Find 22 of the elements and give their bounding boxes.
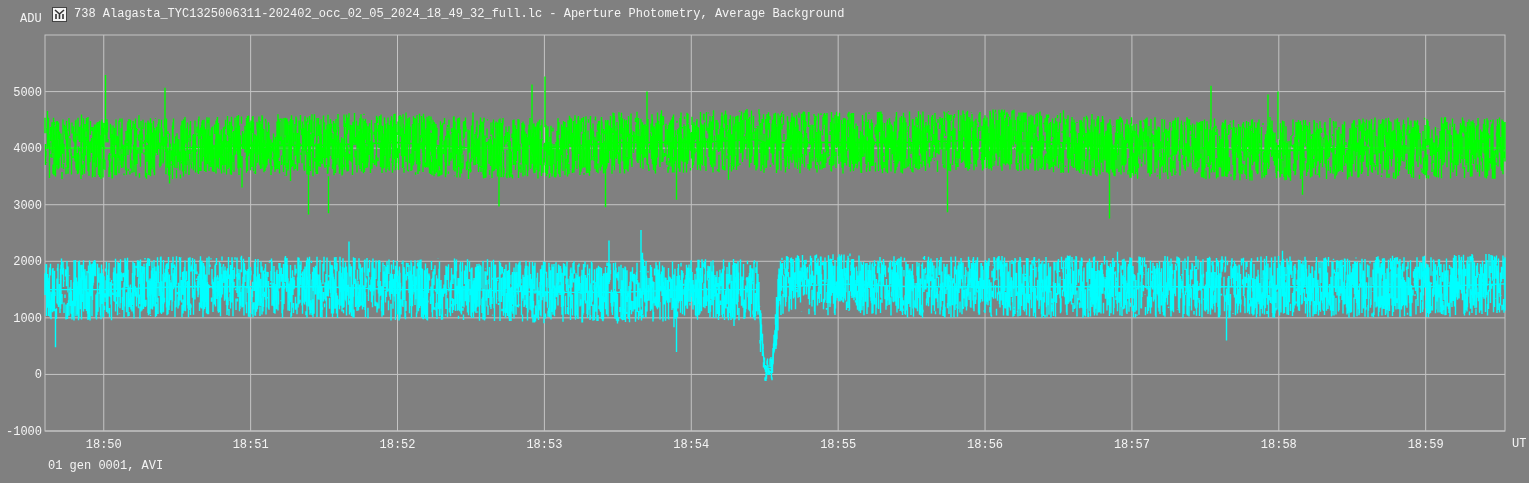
app-icon [52, 6, 67, 22]
x-tick-label: 18:56 [967, 438, 1004, 452]
x-axis-unit: UT [1512, 437, 1527, 451]
x-tick-label: 18:55 [820, 438, 857, 452]
y-tick-label: 5000 [13, 85, 42, 100]
y-tick-label: 2000 [13, 255, 42, 270]
x-tick-label: 18:53 [526, 438, 563, 452]
y-tick-label: 4000 [13, 142, 42, 157]
x-tick-label: 18:51 [232, 438, 269, 452]
x-tick-label: 18:54 [673, 438, 710, 452]
y-tick-label: 0 [34, 368, 42, 383]
y-axis-unit: ADU [20, 12, 43, 26]
x-tick-label: 18:57 [1113, 438, 1150, 452]
y-tick-label: 3000 [13, 198, 42, 213]
x-tick-label: 18:52 [379, 438, 416, 452]
x-tick-label: 18:58 [1260, 438, 1297, 452]
status-text: 01 gen 0001, AVI [48, 459, 165, 473]
window-title: 738 Alagasta_TYC1325006311-202402_occ_02_05_2024_18_49_32_full.lc - Aperture Photometry, Average Background [74, 7, 845, 21]
y-tick-label: -1000 [6, 425, 42, 439]
x-tick-label: 18:50 [85, 438, 122, 452]
x-tick-label: 18:59 [1407, 438, 1444, 452]
y-tick-label: 1000 [13, 311, 42, 326]
